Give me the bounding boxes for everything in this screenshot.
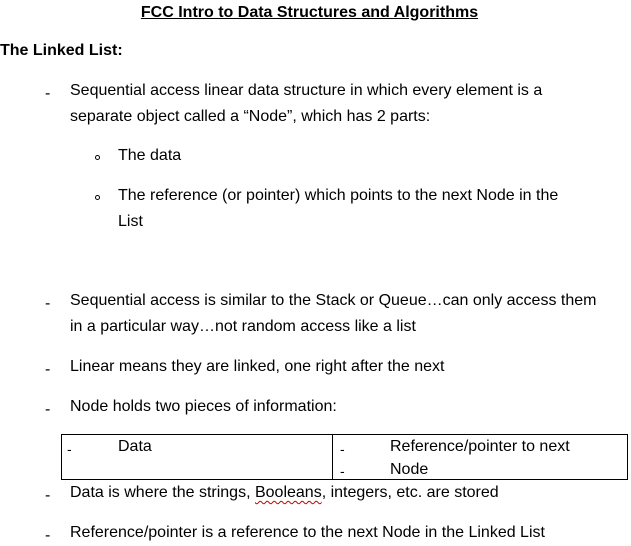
table-cell-marker: - — [340, 463, 345, 479]
table-cell-reference-line-1: Reference/pointer to next — [390, 438, 570, 455]
section-heading: The Linked List: — [0, 42, 123, 59]
point-1-line-1: Sequential access linear data structure … — [70, 82, 543, 99]
document-title: FCC Intro to Data Structures and Algorit… — [140, 4, 479, 21]
point-3-line-1: Linear means they are linked, one right … — [70, 358, 445, 375]
point-5-line-1: Data is where the strings, Booleans, int… — [70, 483, 499, 503]
point-6-line-1: Reference/pointer is a reference to the … — [70, 524, 545, 541]
bullet-marker: - — [45, 85, 51, 102]
table-cell-reference-line-2: Node — [390, 461, 429, 478]
bullet-marker: - — [45, 401, 51, 418]
table-divider — [332, 434, 333, 480]
point-5-text-a: Data is where the strings, — [70, 484, 255, 501]
point-5-text-b: , integers, etc. are stored — [321, 484, 499, 501]
bullet-marker: - — [45, 527, 51, 544]
circle-bullet-icon — [95, 155, 100, 160]
sub-point-2-line-2: List — [118, 213, 143, 230]
point-1-line-2: separate object called a “Node”, which h… — [70, 108, 431, 125]
circle-bullet-icon — [95, 195, 100, 200]
spellcheck-word: Booleans — [254, 484, 322, 501]
bullet-marker: - — [45, 295, 51, 312]
bullet-marker: - — [45, 487, 51, 504]
bullet-marker: - — [45, 361, 51, 378]
point-2-line-2: in a particular way…not random access li… — [70, 318, 416, 335]
point-2-line-1: Sequential access is similar to the Stac… — [70, 292, 597, 309]
table-cell-marker: - — [67, 441, 72, 457]
sub-point-1-line-1: The data — [118, 147, 182, 164]
table-cell-marker: - — [340, 441, 345, 457]
sub-point-2-line-1: The reference (or pointer) which points … — [118, 187, 559, 204]
table-cell-data: Data — [118, 438, 152, 455]
point-4-line-1: Node holds two pieces of information: — [70, 398, 337, 415]
